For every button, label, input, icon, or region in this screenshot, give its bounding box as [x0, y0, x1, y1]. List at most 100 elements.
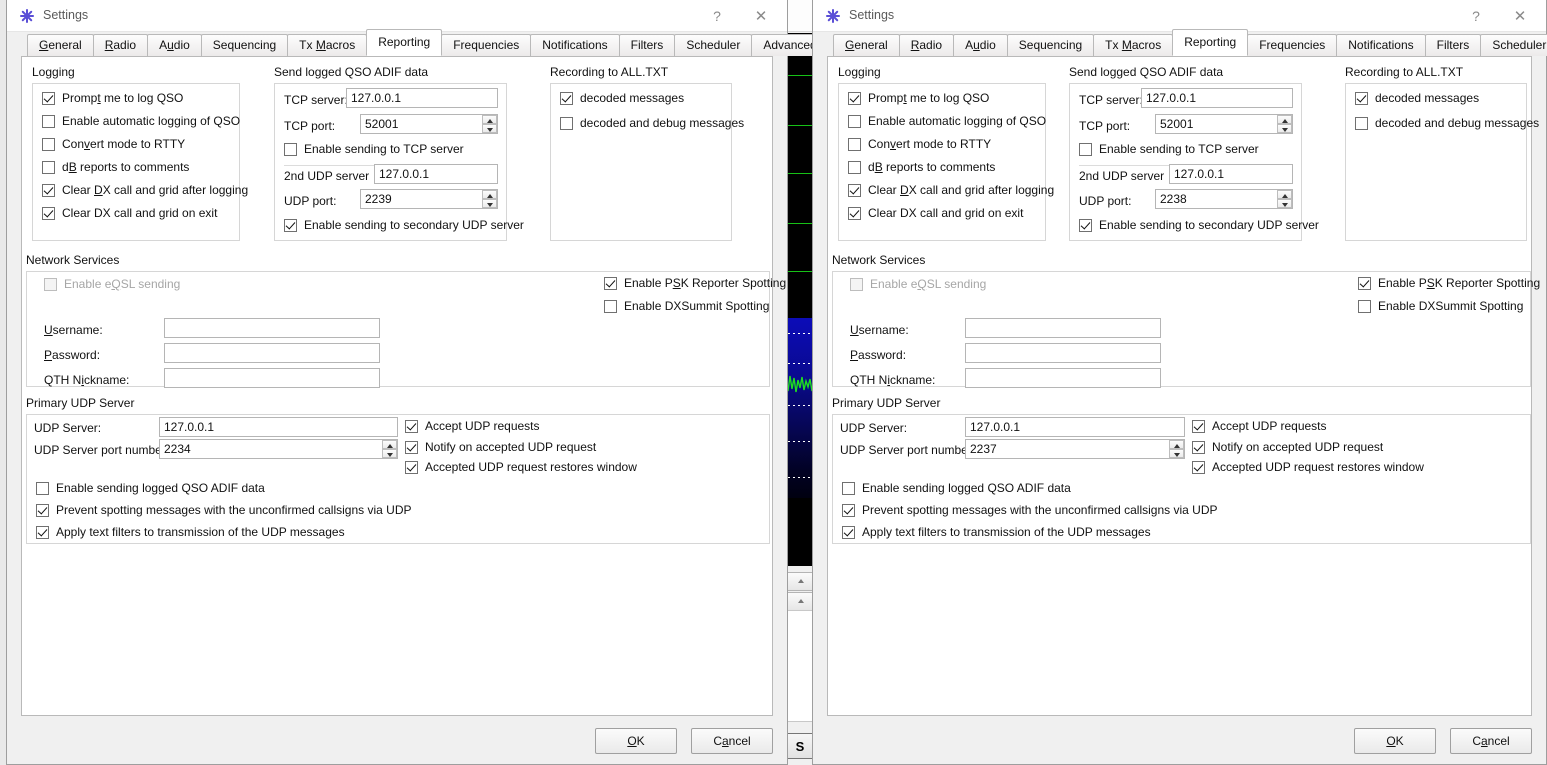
checkbox-clear-dx-after-logging[interactable]: Clear DX call and grid after logging: [848, 183, 1054, 197]
checkbox-prevent-unconfirmed-spotting[interactable]: Prevent spotting messages with the uncon…: [36, 503, 412, 517]
tab-frequencies[interactable]: Frequencies: [441, 34, 532, 56]
checkbox-enable-tcp-sending[interactable]: Enable sending to TCP server: [1079, 142, 1259, 156]
username-input[interactable]: [965, 318, 1161, 338]
titlebar[interactable]: Settings ? ✕: [7, 0, 787, 32]
checkbox-prompt-log-qso[interactable]: Prompt me to log QSO: [848, 91, 989, 105]
udp-port-spin-buttons[interactable]: [482, 190, 497, 208]
tab-tx-macros[interactable]: Tx Macros: [287, 34, 368, 56]
checkbox-db-reports-comments[interactable]: dB reports to comments: [848, 160, 995, 174]
checkbox-decoded-messages[interactable]: decoded messages: [1355, 91, 1479, 105]
udp-server-port-spin-buttons[interactable]: [1169, 440, 1184, 458]
checkbox-udp-restores-window[interactable]: Accepted UDP request restores window: [405, 460, 637, 474]
udp-port-input[interactable]: [1155, 189, 1293, 209]
checkbox-clear-dx-on-exit[interactable]: Clear DX call and grid on exit: [42, 206, 217, 220]
checkbox-clear-dx-on-exit[interactable]: Clear DX call and grid on exit: [848, 206, 1023, 220]
checkbox-enable-tcp-sending[interactable]: Enable sending to TCP server: [284, 142, 464, 156]
tab-filters[interactable]: Filters: [1424, 34, 1482, 56]
ok-button[interactable]: OK: [1354, 728, 1436, 754]
tcp-port-spin-buttons[interactable]: [482, 115, 497, 133]
cancel-button[interactable]: Ca ncel: [691, 728, 773, 754]
cancel-button[interactable]: Ca ncel: [1450, 728, 1532, 754]
checkbox-udp-restores-window[interactable]: Accepted UDP request restores window: [1192, 460, 1424, 474]
tab-notifications[interactable]: Notifications: [1336, 34, 1426, 56]
tcp-port-stepper[interactable]: [360, 114, 498, 134]
tab-frequencies[interactable]: Frequencies: [1247, 34, 1338, 56]
tcp-server-input[interactable]: [346, 88, 498, 108]
tab-general[interactable]: General: [27, 34, 94, 56]
close-button[interactable]: ✕: [739, 0, 783, 31]
checkbox-enable-dxsummit[interactable]: Enable DXSummit Spotting: [604, 299, 769, 313]
ok-button[interactable]: OK: [595, 728, 677, 754]
checkbox-decoded-debug-messages[interactable]: decoded and debug messages: [1355, 116, 1539, 130]
checkbox-prompt-log-qso[interactable]: Prompt me to log QSO: [42, 91, 183, 105]
checkbox-send-logged-adif[interactable]: Enable sending logged QSO ADIF data: [36, 481, 265, 495]
checkbox-auto-log-qso[interactable]: Enable automatic logging of QSO: [848, 114, 1046, 128]
tab-notifications[interactable]: Notifications: [530, 34, 620, 56]
tab-reporting[interactable]: Reporting: [366, 29, 443, 56]
titlebar[interactable]: Settings ? ✕: [813, 0, 1546, 32]
help-button[interactable]: ?: [1454, 0, 1498, 31]
checkbox-accept-udp-requests[interactable]: Accept UDP requests: [1192, 419, 1327, 433]
checkbox-enable-dxsummit[interactable]: Enable DXSummit Spotting: [1358, 299, 1523, 313]
checkbox-apply-text-filters[interactable]: Apply text filters to transmission of th…: [36, 525, 345, 539]
checkbox-apply-text-filters[interactable]: Apply text filters to transmission of th…: [842, 525, 1151, 539]
checkbox-enable-secondary-udp[interactable]: Enable sending to secondary UDP server: [1079, 218, 1319, 232]
tab-filters[interactable]: Filters: [618, 34, 676, 56]
checkbox-convert-rtty[interactable]: Convert mode to RTTY: [848, 137, 991, 151]
tab-sequencing[interactable]: Sequencing: [200, 34, 289, 56]
tcp-port-input[interactable]: [1155, 114, 1293, 134]
tab-radio[interactable]: Radio: [92, 34, 149, 56]
close-button[interactable]: ✕: [1498, 0, 1542, 31]
checkbox-notify-accepted-udp[interactable]: Notify on accepted UDP request: [405, 440, 596, 454]
checkbox-notify-accepted-udp[interactable]: Notify on accepted UDP request: [1192, 440, 1383, 454]
udp-port-stepper[interactable]: [1155, 189, 1293, 209]
checkbox-decoded-debug-messages[interactable]: decoded and debug messages: [560, 116, 744, 130]
udp-server-port-input[interactable]: [159, 439, 398, 459]
qth-nickname-input[interactable]: [164, 368, 380, 388]
checkbox-enable-secondary-udp[interactable]: Enable sending to secondary UDP server: [284, 218, 524, 232]
udp-server-port-stepper[interactable]: [965, 439, 1185, 459]
udp-server-port-input[interactable]: [965, 439, 1185, 459]
tab-general[interactable]: General: [833, 34, 900, 56]
checkbox-decoded-messages[interactable]: decoded messages: [560, 91, 684, 105]
udp-server-input[interactable]: [159, 417, 398, 437]
checkbox-enable-eqsl-sending[interactable]: Enable eQSL sending: [44, 277, 180, 291]
udp-server-port-spin-buttons[interactable]: [382, 440, 397, 458]
tab-audio[interactable]: Audio: [147, 34, 202, 56]
udp2-server-input[interactable]: [374, 164, 498, 184]
checkbox-send-logged-adif[interactable]: Enable sending logged QSO ADIF data: [842, 481, 1071, 495]
username-input[interactable]: [164, 318, 380, 338]
udp-port-spin-buttons[interactable]: [1277, 190, 1292, 208]
tcp-server-input[interactable]: [1141, 88, 1293, 108]
tcp-port-spin-buttons[interactable]: [1277, 115, 1292, 133]
password-input[interactable]: [164, 343, 380, 363]
checkbox-prevent-unconfirmed-spotting[interactable]: Prevent spotting messages with the uncon…: [842, 503, 1218, 517]
checkbox-convert-rtty[interactable]: Convert mode to RTTY: [42, 137, 185, 151]
checkbox-clear-dx-after-logging[interactable]: Clear DX call and grid after logging: [42, 183, 248, 197]
background-app-s-button[interactable]: S: [786, 733, 814, 759]
help-button[interactable]: ?: [695, 0, 739, 31]
checkbox-accept-udp-requests[interactable]: Accept UDP requests: [405, 419, 540, 433]
password-input[interactable]: [965, 343, 1161, 363]
tab-scheduler[interactable]: Scheduler: [674, 34, 753, 56]
udp-server-input[interactable]: [965, 417, 1185, 437]
tab-audio[interactable]: Audio: [953, 34, 1008, 56]
tab-sequencing[interactable]: Sequencing: [1006, 34, 1095, 56]
tcp-port-input[interactable]: [360, 114, 498, 134]
udp-server-port-stepper[interactable]: [159, 439, 398, 459]
tcp-port-stepper[interactable]: [1155, 114, 1293, 134]
tab-tx-macros[interactable]: Tx Macros: [1093, 34, 1174, 56]
checkbox-enable-psk-reporter[interactable]: Enable PSK Reporter Spotting: [1358, 276, 1540, 290]
tab-radio[interactable]: Radio: [898, 34, 955, 56]
tab-reporting[interactable]: Reporting: [1172, 29, 1249, 56]
checkbox-enable-eqsl-sending[interactable]: Enable eQSL sending: [850, 277, 986, 291]
checkbox-enable-psk-reporter[interactable]: Enable PSK Reporter Spotting: [604, 276, 786, 290]
checkbox-label: Enable DXSummit Spotting: [624, 299, 770, 313]
udp2-server-input[interactable]: [1169, 164, 1293, 184]
checkbox-db-reports-comments[interactable]: dB reports to comments: [42, 160, 189, 174]
tab-scheduler[interactable]: Scheduler: [1480, 34, 1547, 56]
udp-port-stepper[interactable]: [360, 189, 498, 209]
checkbox-auto-log-qso[interactable]: Enable automatic logging of QSO: [42, 114, 240, 128]
qth-nickname-input[interactable]: [965, 368, 1161, 388]
udp-port-input[interactable]: [360, 189, 498, 209]
